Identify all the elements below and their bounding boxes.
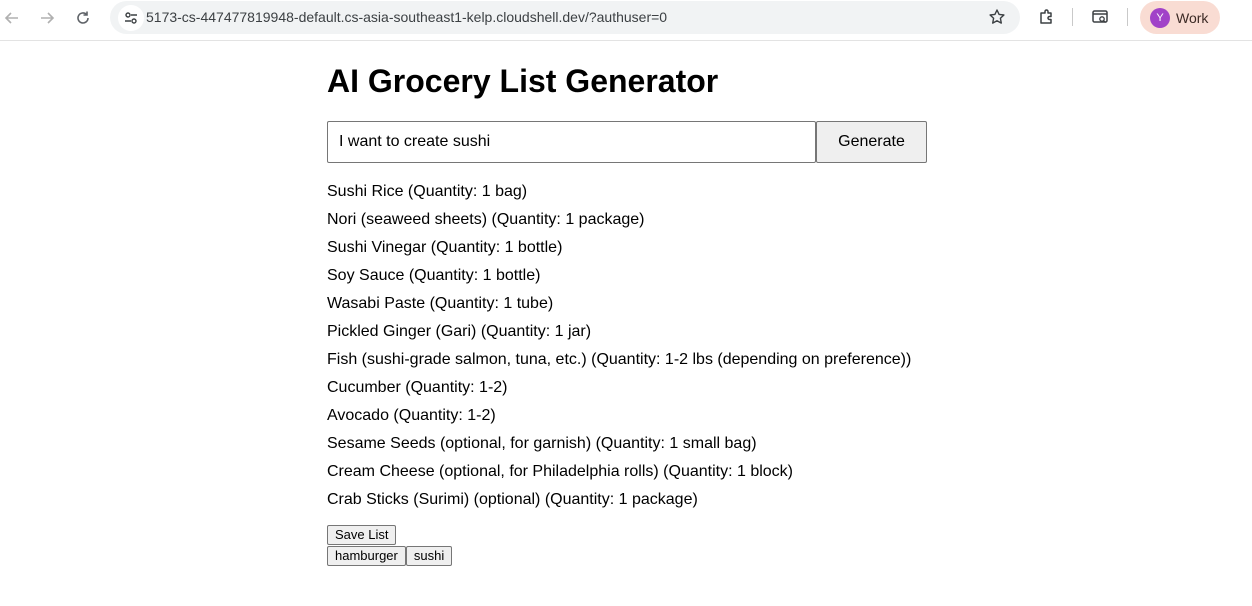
url-text[interactable]: 5173-cs-447477819948-default.cs-asia-sou… [146,9,667,25]
list-item: Sushi Vinegar (Quantity: 1 bottle) [327,239,563,256]
profile-label: Work [1176,10,1209,26]
avatar: Y [1150,8,1170,28]
grocery-list: Sushi Rice (Quantity: 1 bag) Nori (seawee… [327,178,947,514]
toolbar-divider [1072,8,1073,26]
list-item: Soy Sauce (Quantity: 1 bottle) [327,267,541,284]
star-icon[interactable] [986,6,1008,28]
generate-button[interactable]: Generate [816,121,927,163]
list-item: Pickled Ginger (Gari) (Quantity: 1 jar) [327,323,592,340]
page-title: AI Grocery List Generator [327,63,719,99]
back-arrow-icon[interactable] [0,6,24,30]
saved-list-button[interactable]: hamburger [327,546,406,566]
save-list-button[interactable]: Save List [327,525,397,545]
list-item: Cucumber (Quantity: 1-2) [327,379,508,396]
list-item: Wasabi Paste (Quantity: 1 tube) [327,295,554,312]
saved-list-button[interactable]: sushi [405,546,453,566]
tab-search-icon[interactable] [1088,5,1112,29]
main-content: AI Grocery List Generator Generate Sushi… [327,60,947,566]
browser-toolbar: 5173-cs-447477819948-default.cs-asia-sou… [0,0,1252,41]
list-item: Sesame Seeds (optional, for garnish) (Qu… [327,435,757,452]
list-item: Nori (seaweed sheets) (Quantity: 1 packa… [327,211,645,228]
toolbar-divider [1127,8,1128,26]
list-item: Sushi Rice (Quantity: 1 bag) [327,183,528,200]
extensions-icon[interactable] [1035,5,1059,29]
prompt-form: Generate [327,121,927,163]
list-item: Avocado (Quantity: 1-2) [327,407,496,424]
reload-icon[interactable] [71,6,95,30]
prompt-input[interactable] [327,121,816,163]
list-item: Crab Sticks (Surimi) (optional) (Quantit… [327,491,698,508]
list-item: Cream Cheese (optional, for Philadelphia… [327,463,793,480]
forward-arrow-icon[interactable] [35,6,59,30]
site-settings-icon[interactable] [118,5,144,31]
list-item: Fish (sushi-grade salmon, tuna, etc.) (Q… [327,351,912,368]
address-bar[interactable]: 5173-cs-447477819948-default.cs-asia-sou… [110,1,1020,34]
saved-lists: hamburger sushi [327,546,453,566]
profile-chip[interactable]: Y Work [1140,1,1220,34]
